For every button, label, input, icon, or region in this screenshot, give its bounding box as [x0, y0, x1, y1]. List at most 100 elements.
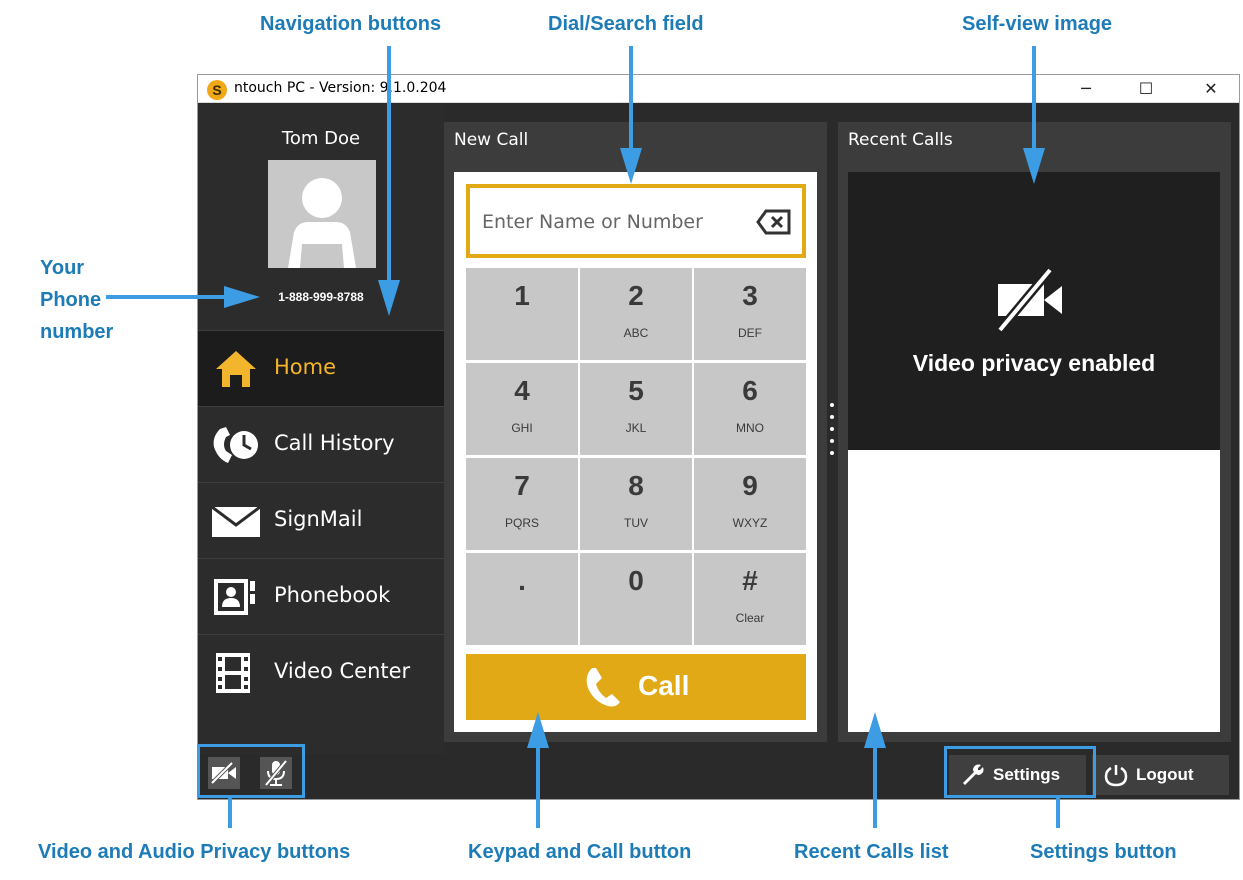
dial-search-input[interactable]: [482, 208, 752, 236]
key-letters: JKL: [625, 421, 647, 435]
arrow-phone-number: [106, 295, 226, 299]
backspace-icon[interactable]: [756, 208, 792, 236]
sidebar-item-label: SignMail: [274, 507, 363, 531]
recent-calls-panel: Recent Calls Video privacy enabled: [838, 122, 1231, 742]
callout-recent-calls-list: Recent Calls list: [794, 841, 949, 863]
minimize-button[interactable]: ─: [1063, 75, 1109, 103]
callout-your-phone-number-1: Your: [40, 257, 85, 279]
sidebar-item-signmail[interactable]: SignMail: [198, 482, 444, 558]
key-letters: WXYZ: [732, 516, 768, 530]
recent-calls-list[interactable]: [848, 450, 1220, 732]
dial-search-field[interactable]: [466, 184, 806, 258]
new-call-panel: New Call 1 2 ABC 3 DEF 4: [444, 122, 827, 742]
key-digit: 0: [628, 565, 644, 596]
key-letters: DEF: [738, 326, 762, 340]
call-button[interactable]: Call: [466, 654, 806, 720]
recent-calls-title: Recent Calls: [848, 130, 953, 150]
keypad-key-0[interactable]: 0: [580, 553, 692, 645]
sidebar: Tom Doe 1-888-999-8788 Home Call History: [198, 104, 444, 754]
arrow-head-keypad: [527, 712, 549, 748]
video-off-icon: [996, 268, 1062, 332]
keypad-key-6[interactable]: 6 MNO: [694, 363, 806, 455]
key-digit: 8: [628, 470, 644, 501]
film-icon: [216, 653, 250, 693]
keypad-key-1[interactable]: 1: [466, 268, 578, 360]
keypad-key-8[interactable]: 8 TUV: [580, 458, 692, 550]
user-silhouette-icon: [288, 178, 356, 268]
keypad-key-7[interactable]: 7 PQRS: [466, 458, 578, 550]
sidebar-item-label: Video Center: [274, 659, 411, 683]
keypad-key-5[interactable]: 5 JKL: [580, 363, 692, 455]
callout-dial-search-field: Dial/Search field: [548, 13, 704, 35]
sidebar-item-call-history[interactable]: Call History: [198, 406, 444, 482]
key-letters: GHI: [511, 421, 533, 435]
arrow-head-navigation: [378, 280, 400, 316]
sidebar-item-label: Home: [274, 355, 337, 379]
maximize-button[interactable]: ☐: [1123, 75, 1169, 103]
sidebar-item-home[interactable]: Home: [198, 330, 444, 406]
keypad-key-2[interactable]: 2 ABC: [580, 268, 692, 360]
envelope-icon: [211, 505, 261, 537]
arrow-recent-list: [873, 744, 877, 828]
video-privacy-text: Video privacy enabled: [912, 350, 1156, 376]
key-digit: 2: [628, 280, 644, 311]
key-digit: .: [518, 565, 526, 596]
key-digit: 3: [742, 280, 758, 311]
keypad-card: 1 2 ABC 3 DEF 4 GHI 5 JKL 6 MNO: [454, 172, 817, 732]
panel-splitter[interactable]: [828, 395, 836, 465]
arrow-head-dial-search: [620, 148, 642, 184]
settings-button-highlight: [944, 746, 1096, 798]
arrow-privacy: [228, 798, 232, 828]
key-digit: #: [742, 565, 758, 596]
app-logo-icon: S: [207, 80, 227, 100]
call-history-icon: [213, 427, 258, 463]
key-letters: MNO: [736, 421, 764, 435]
splitter-dot: [830, 439, 834, 443]
keypad-key-9[interactable]: 9 WXYZ: [694, 458, 806, 550]
phonebook-icon: [214, 579, 255, 615]
key-letters: PQRS: [504, 516, 539, 530]
key-digit: 6: [742, 375, 758, 406]
power-icon: [1104, 765, 1128, 787]
arrow-head-self-view: [1023, 148, 1045, 184]
callout-your-phone-number-3: number: [40, 321, 114, 343]
user-name: Tom Doe: [281, 128, 361, 149]
keypad-key-3[interactable]: 3 DEF: [694, 268, 806, 360]
sidebar-item-label: Call History: [274, 431, 395, 455]
splitter-dot: [830, 427, 834, 431]
splitter-dot: [830, 451, 834, 455]
callout-self-view-image: Self-view image: [962, 13, 1113, 35]
keypad-key-dot[interactable]: .: [466, 553, 578, 645]
splitter-dot: [830, 403, 834, 407]
arrow-self-view: [1032, 46, 1036, 150]
avatar[interactable]: [268, 160, 376, 268]
privacy-buttons-highlight: [197, 744, 305, 798]
call-button-label: Call: [638, 670, 690, 701]
key-digit: 7: [514, 470, 530, 501]
callout-privacy-buttons: Video and Audio Privacy buttons: [38, 841, 351, 863]
sidebar-item-phonebook[interactable]: Phonebook: [198, 558, 444, 634]
key-digit: 1: [514, 280, 530, 311]
close-button[interactable]: ✕: [1188, 75, 1234, 103]
keypad-key-hash-clear[interactable]: # Clear: [694, 553, 806, 645]
logout-label: Logout: [1136, 765, 1194, 784]
key-digit: 4: [514, 375, 530, 406]
arrow-dial-search: [629, 46, 633, 150]
keypad-key-4[interactable]: 4 GHI: [466, 363, 578, 455]
sidebar-item-video-center[interactable]: Video Center: [198, 634, 444, 710]
callout-settings-button: Settings button: [1030, 841, 1177, 863]
key-letters: ABC: [623, 326, 649, 340]
app-window: S ntouch PC - Version: 9.1.0.204 ─ ☐ ✕ T…: [197, 74, 1240, 800]
arrow-keypad: [536, 744, 540, 828]
home-icon: [216, 351, 256, 387]
window-title: ntouch PC - Version: 9.1.0.204: [234, 80, 447, 96]
arrow-head-phone-number: [224, 286, 260, 308]
splitter-dot: [830, 415, 834, 419]
key-letters: TUV: [624, 516, 648, 530]
phone-handset-icon: [586, 668, 620, 707]
logout-button[interactable]: Logout: [1092, 755, 1229, 795]
self-view-image: Video privacy enabled: [848, 172, 1220, 450]
callout-your-phone-number-2: Phone: [40, 289, 102, 311]
key-letters: Clear: [735, 611, 765, 625]
sidebar-item-label: Phonebook: [274, 583, 391, 607]
